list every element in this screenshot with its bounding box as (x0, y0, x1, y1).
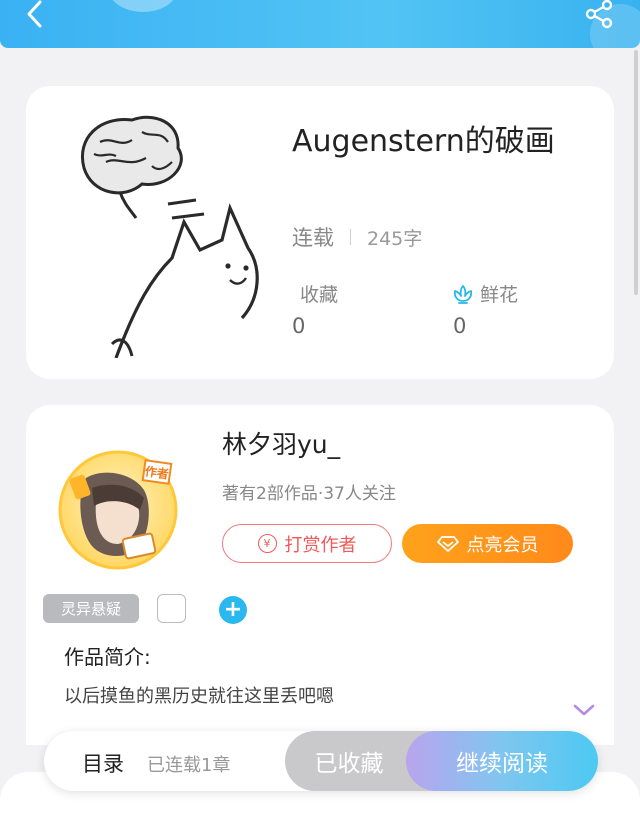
author-avatar[interactable]: 作者 (52, 448, 184, 570)
flowers-label: 鲜花 (480, 284, 519, 306)
top-bar (0, 0, 640, 48)
book-cover-image[interactable] (72, 108, 262, 359)
add-tag-button[interactable]: + (219, 596, 247, 624)
chevron-left-icon (27, 0, 42, 28)
continue-reading-button[interactable]: 继续阅读 (406, 731, 598, 791)
favorites-value: 0 (292, 314, 306, 338)
vip-label: 点亮会员 (466, 534, 539, 556)
back-button[interactable] (20, 0, 50, 30)
share-button[interactable] (584, 0, 616, 30)
intro-label: 作品简介: (64, 645, 151, 669)
yen-icon: ¥ (257, 534, 277, 553)
collected-label: 已收藏 (314, 751, 384, 777)
decor-blob (108, 0, 178, 12)
tag-slot[interactable] (157, 594, 186, 623)
flowers-stat[interactable]: 鲜花 (452, 280, 518, 307)
author-name[interactable]: 林夕羽yu_ (222, 425, 340, 461)
chevron-down-icon (573, 704, 595, 716)
share-icon (585, 0, 613, 29)
favorites-label: 收藏 (300, 284, 339, 306)
tip-author-button[interactable]: ¥ 打赏作者 (222, 524, 392, 563)
book-status: 连载 (292, 226, 334, 250)
flower-icon (453, 284, 473, 304)
book-title: Augenstern的破画 (292, 124, 555, 159)
tip-author-label: 打赏作者 (284, 534, 357, 556)
author-meta: 著有2部作品·37人关注 (222, 484, 396, 504)
genre-tag[interactable]: 灵异悬疑 (43, 594, 139, 623)
book-meta: 连载 245字 (292, 222, 422, 252)
scrollbar[interactable] (634, 50, 638, 295)
vip-button[interactable]: 点亮会员 (402, 524, 573, 563)
word-count: 245字 (367, 227, 423, 250)
expand-button[interactable] (572, 700, 596, 720)
diamond-icon (436, 535, 459, 552)
intro-text: 以后摸鱼的黑历史就往这里丢吧嗯 (64, 686, 334, 707)
continue-reading-label: 继续阅读 (456, 751, 548, 777)
divider (350, 229, 351, 245)
toc-chapter-count[interactable]: 已连载1章 (147, 751, 230, 777)
flowers-value: 0 (453, 314, 467, 338)
toc-button[interactable]: 目录 (82, 748, 124, 778)
